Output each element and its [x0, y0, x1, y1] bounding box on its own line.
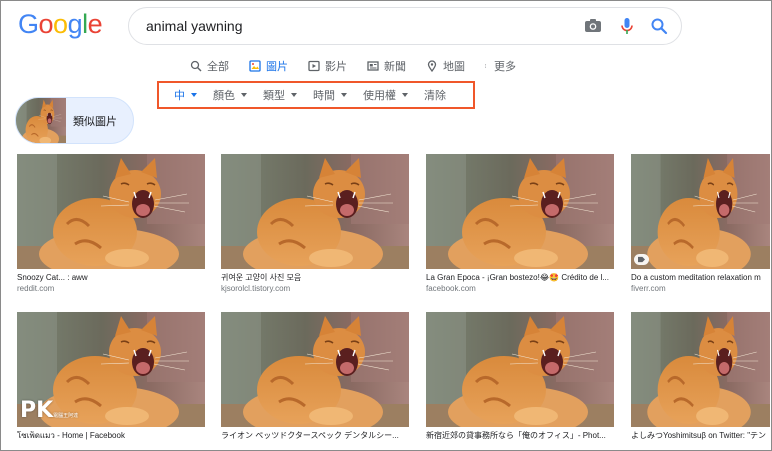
filter-usage-rights[interactable]: 使用權 [363, 87, 408, 103]
result-image[interactable] [426, 312, 614, 427]
tab-label: 地圖 [443, 61, 465, 73]
image-result[interactable]: 귀여운 고양이 사진 모음 kjsorolcl.tistory.com [221, 154, 409, 294]
filter-label: 時間 [313, 90, 335, 102]
cat-photo [426, 312, 614, 427]
image-result[interactable]: Snoozy Cat... : aww reddit.com [17, 154, 205, 294]
result-title[interactable]: Do a custom meditation relaxation m [631, 273, 770, 283]
cat-photo [221, 154, 409, 269]
chevron-down-icon [402, 93, 408, 97]
logo-letter: e [87, 9, 103, 39]
watermark-text: PK [20, 398, 54, 423]
map-pin-icon [427, 60, 437, 72]
filter-label: 中 [174, 90, 185, 102]
logo-letter: o [53, 9, 68, 39]
result-title[interactable]: La Gran Epoca - ¡Gran bostezo!😂🤩 Crédito… [426, 273, 614, 283]
filter-label: 使用權 [363, 90, 396, 102]
video-icon [308, 60, 320, 72]
result-image[interactable] [631, 312, 770, 427]
chevron-down-icon [291, 93, 297, 97]
image-result[interactable]: よしみつYoshimitsuβ on Twitter: "テン [631, 312, 770, 441]
chevron-down-icon [241, 93, 247, 97]
tab-label: 影片 [325, 61, 347, 73]
filter-label: 顏色 [213, 90, 235, 102]
result-image[interactable]: PK電腦王阿達 [17, 312, 205, 427]
tab-videos[interactable]: 影片 [308, 58, 347, 74]
similar-images-chip[interactable]: 類似圖片 [15, 97, 134, 144]
result-image[interactable] [426, 154, 614, 269]
search-icon [190, 60, 202, 72]
filter-label: 類型 [263, 90, 285, 102]
chevron-down-icon [191, 93, 197, 97]
cat-photo [221, 312, 409, 427]
logo-letter: G [18, 9, 39, 39]
search-box[interactable] [128, 7, 682, 45]
camera-icon[interactable] [583, 16, 603, 36]
result-domain: reddit.com [17, 284, 55, 293]
result-image[interactable] [631, 154, 770, 269]
search-tabs: 全部 圖片 影片 新聞 地圖 更多 [190, 58, 516, 74]
microphone-icon[interactable] [617, 16, 637, 36]
similar-label: 類似圖片 [73, 115, 117, 128]
image-result[interactable]: PK電腦王阿達 โซเพ็ดแมว - Home | Facebook [17, 312, 205, 441]
news-icon [367, 61, 379, 71]
result-image[interactable] [221, 154, 409, 269]
cat-photo [426, 154, 614, 269]
image-result[interactable]: La Gran Epoca - ¡Gran bostezo!😂🤩 Crédito… [426, 154, 614, 294]
result-title[interactable]: ライオン ペッツドクタースペック デンタルシー... [221, 431, 409, 441]
tab-maps[interactable]: 地圖 [426, 58, 465, 74]
filter-clear[interactable]: 清除 [424, 87, 446, 103]
search-icon[interactable] [649, 16, 669, 36]
tab-images[interactable]: 圖片 [249, 58, 288, 74]
cat-photo [17, 154, 205, 269]
tab-label: 更多 [494, 61, 516, 73]
result-title[interactable]: 귀여운 고양이 사진 모음 [221, 273, 409, 283]
result-title[interactable]: Snoozy Cat... : aww [17, 273, 205, 283]
watermark-logo: PK電腦王阿達 [20, 398, 78, 423]
filter-type[interactable]: 類型 [263, 87, 297, 103]
similar-thumbnail [16, 98, 66, 143]
cat-photo [16, 98, 66, 143]
tab-all[interactable]: 全部 [190, 58, 229, 74]
filter-label: 清除 [424, 90, 446, 102]
cat-photo [631, 312, 770, 427]
google-logo[interactable]: Google [18, 9, 103, 40]
cat-photo [631, 154, 770, 269]
tag-icon [634, 254, 649, 265]
logo-letter: g [67, 9, 83, 39]
chevron-down-icon [341, 93, 347, 97]
result-title[interactable]: 新宿近郊の貸事務所なら「俺のオフィス」- Phot... [426, 431, 614, 441]
more-icon [485, 64, 487, 68]
tab-label: 全部 [207, 61, 229, 73]
result-title[interactable]: よしみつYoshimitsuβ on Twitter: "テン [631, 431, 770, 441]
result-domain: fiverr.com [631, 284, 666, 293]
image-result[interactable]: 新宿近郊の貸事務所なら「俺のオフィス」- Phot... [426, 312, 614, 441]
result-domain: kjsorolcl.tistory.com [221, 284, 291, 293]
filter-time[interactable]: 時間 [313, 87, 347, 103]
result-title[interactable]: โซเพ็ดแมว - Home | Facebook [17, 431, 205, 441]
filter-color[interactable]: 顏色 [213, 87, 247, 103]
image-result[interactable]: Do a custom meditation relaxation m five… [631, 154, 770, 294]
image-icon [249, 60, 261, 72]
result-image[interactable] [221, 312, 409, 427]
image-filter-bar: 中 顏色 類型 時間 使用權 清除 [157, 81, 475, 109]
result-domain: facebook.com [426, 284, 476, 293]
result-image[interactable] [17, 154, 205, 269]
filter-size[interactable]: 中 [174, 87, 197, 103]
watermark-subtext: 電腦王阿達 [53, 413, 79, 419]
tab-label: 圖片 [266, 61, 288, 73]
logo-letter: o [38, 9, 54, 39]
tab-more[interactable]: 更多 [485, 58, 516, 74]
tab-news[interactable]: 新聞 [367, 58, 406, 74]
image-result[interactable]: ライオン ペッツドクタースペック デンタルシー... [221, 312, 409, 441]
search-input[interactable] [146, 16, 566, 36]
tab-label: 新聞 [384, 61, 406, 73]
